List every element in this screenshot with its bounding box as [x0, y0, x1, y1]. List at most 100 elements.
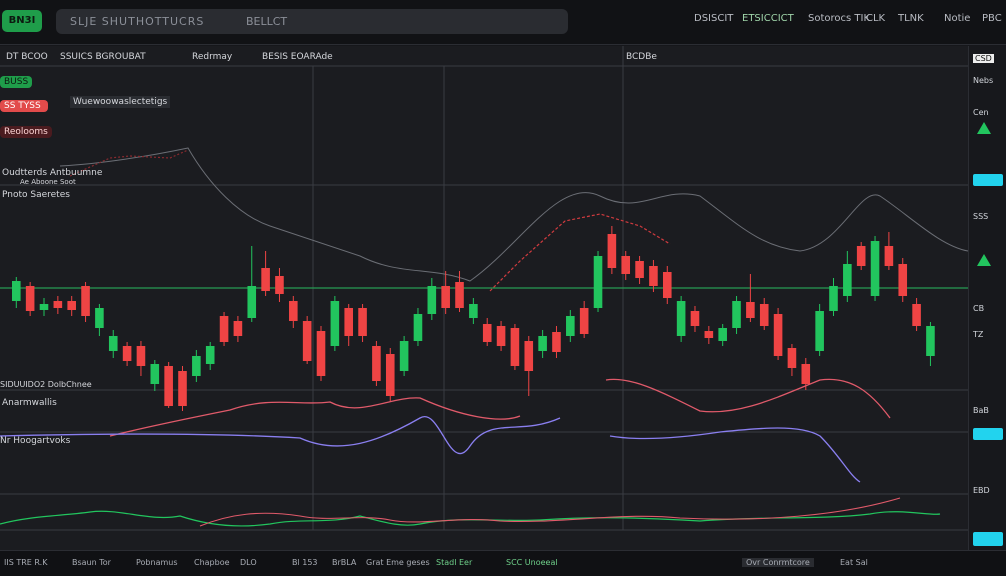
- red-row-label: Reolooms: [0, 126, 52, 138]
- candle-body: [12, 281, 21, 301]
- chart-area[interactable]: DT BCOO SSUICS BGROUBAT Redrmay BESIS EO…: [0, 46, 969, 550]
- toolbar-item-3[interactable]: Redrmay: [192, 52, 232, 62]
- candle-body: [496, 326, 506, 346]
- nav-item-1[interactable]: DSISCIT: [694, 13, 733, 24]
- up-triangle-icon[interactable]: [977, 122, 991, 134]
- candle-body: [372, 346, 381, 381]
- candle-body: [302, 321, 312, 361]
- trend-line-red-2: [489, 213, 671, 292]
- candle-body: [732, 301, 741, 328]
- candle-body: [566, 316, 575, 336]
- accent-button[interactable]: [973, 174, 1003, 186]
- candle-body: [926, 326, 935, 356]
- right-item-6[interactable]: BaB: [973, 406, 989, 415]
- right-top-label[interactable]: CSD: [973, 54, 994, 63]
- candle-body: [552, 332, 561, 352]
- bottom-item-2[interactable]: Bsaun Tor: [72, 558, 111, 567]
- candle-body: [385, 354, 395, 396]
- oscillator-purple: [0, 415, 561, 455]
- candle-body: [122, 346, 132, 361]
- candle-body: [690, 311, 700, 326]
- candle-body: [482, 324, 492, 342]
- candle-body: [441, 286, 450, 308]
- right-item-7[interactable]: EBD: [973, 486, 990, 495]
- candle-body: [510, 328, 520, 366]
- candle-body: [898, 264, 908, 296]
- candle-body: [261, 268, 270, 291]
- nav-item-3[interactable]: Sotorocs TIK: [808, 13, 870, 24]
- indicator-line-3: Pnoto Saeretes: [2, 190, 70, 200]
- toolbar-item-5[interactable]: BCDBe: [626, 52, 657, 62]
- red-badge[interactable]: SS TYSS: [0, 100, 48, 112]
- candle-body: [427, 286, 437, 314]
- candle-body: [801, 364, 811, 384]
- candle-body: [579, 308, 589, 334]
- oscillator-purple-2: [609, 427, 861, 483]
- bottom-item-9[interactable]: Stadl Eer: [436, 558, 472, 567]
- up-triangle-icon-2[interactable]: [977, 254, 991, 266]
- volume-line-green: [0, 510, 941, 527]
- search-bar[interactable]: SLJE SHUTHOTTUCRS BELLCT: [56, 9, 568, 34]
- candle-body: [205, 346, 215, 364]
- candle-body: [455, 282, 464, 308]
- search-text: SLJE SHUTHOTTUCRS: [70, 15, 205, 28]
- toolbar-item-2[interactable]: SSUICS BGROUBAT: [60, 52, 146, 62]
- indicator-line-2: Ae Aboone Soot: [20, 178, 76, 186]
- candle-body: [746, 302, 755, 318]
- right-item-4[interactable]: CB: [973, 304, 984, 313]
- bottom-item-5[interactable]: DLO: [240, 558, 257, 567]
- accent-button-2[interactable]: [973, 428, 1003, 440]
- bottom-item-4[interactable]: Chapboe: [194, 558, 230, 567]
- bottom-item-11[interactable]: Ovr Conrmtcore: [742, 558, 814, 567]
- green-badge[interactable]: BUSS: [0, 76, 33, 88]
- candle-body: [676, 301, 686, 336]
- candle-body: [413, 314, 423, 341]
- candle-body: [593, 256, 603, 308]
- app-logo[interactable]: BN3I: [2, 10, 42, 32]
- candle-body: [649, 266, 658, 286]
- lower-label-3: Nr Hoogartvoks: [0, 436, 71, 446]
- candlestick-series: [12, 226, 935, 411]
- toolbar-item-4[interactable]: BESIS EOARAde: [262, 52, 333, 62]
- candle-body: [330, 301, 340, 346]
- candle-body: [524, 341, 534, 371]
- top-bar: BN3I SLJE SHUTHOTTUCRS BELLCT DSISCIT ET…: [0, 0, 1006, 45]
- candle-body: [289, 301, 298, 321]
- candle-body: [39, 304, 49, 310]
- nav-item-6[interactable]: Notie: [944, 13, 970, 24]
- right-sidebar: CSD Nebs Cen SSS CB TZ BaB EBD: [968, 46, 1006, 550]
- bottom-item-6[interactable]: Bl 153: [292, 558, 318, 567]
- nav-item-5[interactable]: TLNK: [898, 13, 924, 24]
- indicator-main-label: Wuewoowaslectetigs: [70, 96, 171, 108]
- bottom-item-7[interactable]: BrBLA: [332, 558, 356, 567]
- moving-average-line: [59, 147, 969, 282]
- candle-body: [718, 328, 727, 341]
- candle-body: [95, 308, 104, 328]
- candle-body: [662, 272, 672, 298]
- bottom-item-1[interactable]: IIS TRE R.K: [4, 558, 47, 567]
- right-item-5[interactable]: TZ: [973, 330, 983, 339]
- bottom-item-3[interactable]: Pobnamus: [136, 558, 178, 567]
- candle-body: [469, 304, 478, 318]
- candle-body: [787, 348, 797, 368]
- search-selector[interactable]: BELLCT: [246, 15, 287, 28]
- bottom-item-8[interactable]: Grat Eme geses: [366, 558, 430, 567]
- candle-body: [108, 336, 118, 351]
- candle-body: [884, 246, 894, 266]
- lower-label-2: Anarmwallis: [2, 398, 57, 408]
- candle-body: [53, 301, 63, 308]
- toolbar-item-1[interactable]: DT BCOO: [6, 52, 48, 62]
- nav-item-2[interactable]: ETSICCICT: [742, 13, 794, 24]
- candle-body: [344, 308, 354, 336]
- bottom-item-10[interactable]: SCC Unoeeal: [506, 558, 558, 567]
- accent-button-3[interactable]: [973, 532, 1003, 546]
- nav-item-4[interactable]: CLK: [866, 13, 885, 24]
- right-item-3[interactable]: SSS: [973, 212, 988, 221]
- nav-item-7[interactable]: PBC: [982, 13, 1002, 24]
- bottom-item-12[interactable]: Eat Sal: [840, 558, 868, 567]
- candle-body: [275, 276, 284, 294]
- candle-body: [233, 321, 243, 336]
- right-item-2[interactable]: Cen: [973, 108, 989, 117]
- price-chart[interactable]: [0, 46, 969, 550]
- right-item-1[interactable]: Nebs: [973, 76, 993, 85]
